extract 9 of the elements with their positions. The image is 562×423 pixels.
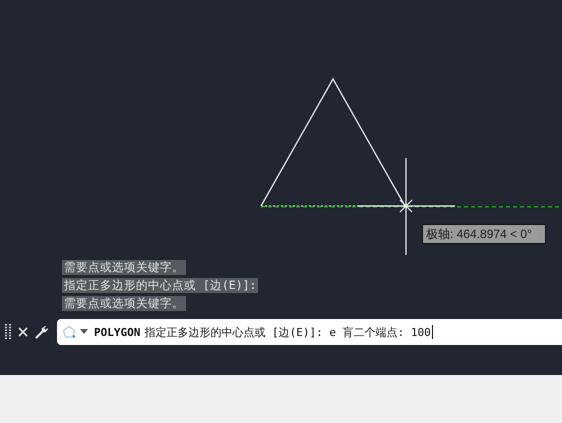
grip-handle[interactable] <box>5 324 11 340</box>
text-cursor <box>432 325 433 339</box>
close-icon[interactable] <box>18 327 28 337</box>
polar-tooltip: 极轴: 464.8974 < 0° <box>422 224 546 244</box>
command-name: POLYGON <box>94 326 140 338</box>
dropdown-caret-icon[interactable] <box>80 329 88 335</box>
wrench-icon[interactable] <box>35 325 49 339</box>
command-prompt: 指定正多边形的中心点或 [边(E)]: e 肓二个端点: 100 <box>144 324 431 340</box>
command-field[interactable]: POLYGON 指定正多边形的中心点或 [边(E)]: e 肓二个端点: 100 <box>57 319 562 345</box>
